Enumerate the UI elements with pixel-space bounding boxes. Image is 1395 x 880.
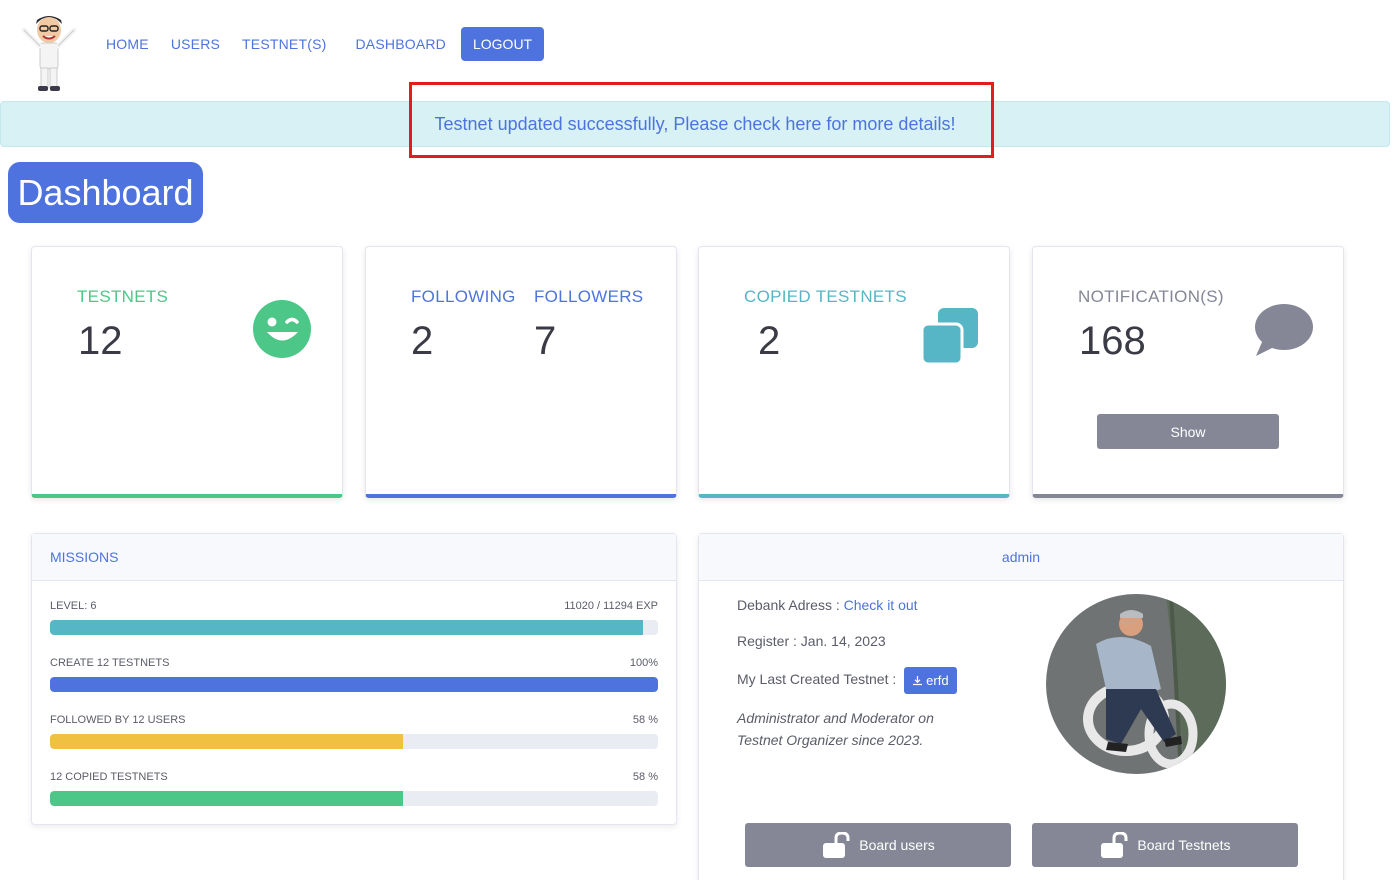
progress-fill [50, 620, 644, 635]
testnets-label: TESTNETS [77, 287, 169, 306]
missions-title: MISSIONS [32, 534, 676, 581]
board-users-button[interactable]: Board users [745, 823, 1011, 867]
progress-bar [50, 620, 658, 635]
debank-link[interactable]: Check it out [844, 597, 918, 613]
site-logo-avatar[interactable] [14, 8, 84, 94]
board-testnets-button[interactable]: Board Testnets [1032, 823, 1298, 867]
unlock-icon [823, 832, 850, 858]
notifications-label: NOTIFICATION(S) [1078, 287, 1224, 306]
testnets-card: TESTNETS 12 [31, 246, 343, 498]
mission-label: LEVEL: 6 [50, 600, 97, 612]
followers-count: 7 [534, 319, 557, 363]
progress-bar [50, 734, 658, 749]
notifications-count: 168 [1079, 319, 1146, 363]
show-notifications-button[interactable]: Show [1097, 414, 1279, 449]
last-testnet-button[interactable]: erfd [904, 667, 957, 694]
alert-message-link[interactable]: Testnet updated successfully, Please che… [435, 114, 956, 135]
notifications-card: NOTIFICATION(S) 168 Show [1032, 246, 1344, 498]
nav-dashboard-link[interactable]: DASHBOARD [356, 36, 446, 52]
page-title: Dashboard [8, 162, 203, 223]
download-icon [913, 676, 923, 686]
progress-bar [50, 677, 658, 692]
copied-testnets-label: COPIED TESTNETS [744, 287, 907, 306]
nav-testnets-link[interactable]: TESTNET(S) [242, 36, 326, 52]
mission-label: FOLLOWED BY 12 USERS [50, 714, 186, 726]
main-nav: HOME USERS TESTNET(S) DASHBOARD LOGOUT [95, 27, 545, 61]
mission-value: 11020 / 11294 EXP [564, 600, 658, 612]
mission-label: CREATE 12 TESTNETS [50, 657, 170, 669]
logout-button[interactable]: LOGOUT [460, 27, 545, 61]
profile-panel: admin Debank Adress : Check it out Regis… [698, 533, 1344, 880]
mission-level: LEVEL: 6 11020 / 11294 EXP [50, 600, 658, 635]
success-alert: Testnet updated successfully, Please che… [0, 101, 1390, 147]
board-testnets-label: Board Testnets [1137, 837, 1231, 853]
nav-home-link[interactable]: HOME [106, 36, 149, 52]
mission-create-testnets: CREATE 12 TESTNETS 100% [50, 657, 658, 692]
mission-followed-by: FOLLOWED BY 12 USERS 58 % [50, 714, 658, 749]
last-testnet-row: My Last Created Testnet : erfd [737, 667, 957, 694]
missions-panel: MISSIONS LEVEL: 6 11020 / 11294 EXP CREA… [31, 533, 677, 825]
nav-users-link[interactable]: USERS [171, 36, 220, 52]
register-date: Register : Jan. 14, 2023 [737, 633, 886, 649]
copied-testnets-card: COPIED TESTNETS 2 [698, 246, 1010, 498]
following-count: 2 [411, 319, 434, 363]
followers-label: FOLLOWERS [534, 287, 644, 306]
progress-fill [50, 791, 403, 806]
follow-card: FOLLOWING 2 FOLLOWERS 7 [365, 246, 677, 498]
progress-fill [50, 734, 403, 749]
mission-value: 58 % [632, 714, 658, 726]
debank-label: Debank Adress : [737, 597, 844, 613]
mission-value: 100% [629, 657, 658, 669]
last-testnet-label: My Last Created Testnet : [737, 671, 901, 688]
following-label: FOLLOWING [411, 287, 516, 306]
mission-label: 12 COPIED TESTNETS [50, 771, 168, 783]
last-testnet-name: erfd [926, 673, 949, 688]
unlock-icon [1101, 832, 1128, 858]
mission-copied-testnets: 12 COPIED TESTNETS 58 % [50, 771, 658, 806]
comment-icon [1254, 302, 1314, 363]
progress-bar [50, 791, 658, 806]
testnets-count: 12 [78, 319, 123, 363]
profile-bio: Administrator and Moderator on Testnet O… [737, 710, 934, 748]
copy-icon [920, 306, 980, 371]
profile-username: admin [699, 534, 1343, 581]
progress-fill [50, 677, 658, 692]
board-users-label: Board users [859, 837, 935, 853]
copied-testnets-count: 2 [758, 319, 781, 363]
debank-address-row: Debank Adress : Check it out [737, 597, 918, 613]
profile-photo [1046, 594, 1226, 774]
mission-value: 58 % [632, 771, 658, 783]
smiley-wink-icon [252, 299, 312, 364]
